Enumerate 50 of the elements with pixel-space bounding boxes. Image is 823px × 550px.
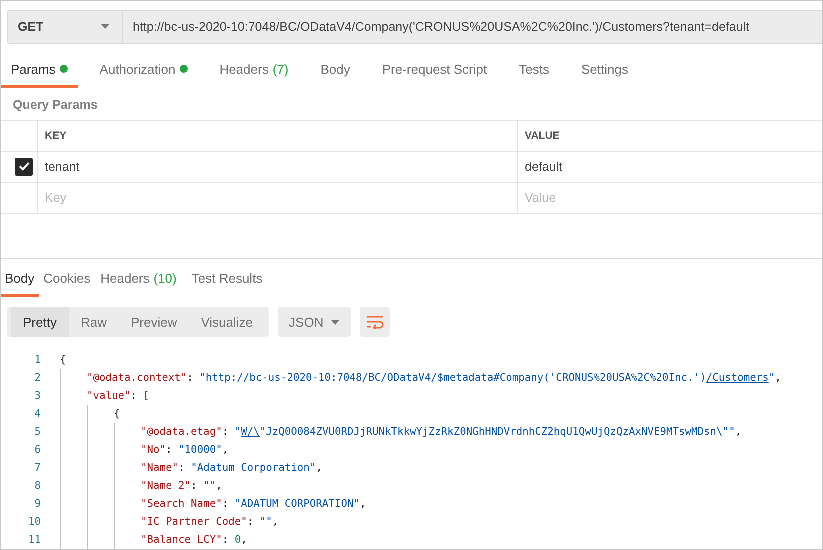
line-number: 10 xyxy=(27,516,41,528)
view-mode-button[interactable]: Pretty xyxy=(11,307,69,337)
code-line: "Name": "Adatum Corporation", xyxy=(141,462,322,474)
request-tab[interactable]: Body xyxy=(310,54,360,88)
checkbox[interactable] xyxy=(15,158,33,176)
request-tab[interactable]: Headers (7) xyxy=(210,54,299,88)
code-line: { xyxy=(114,408,120,420)
format-dropdown[interactable]: JSON xyxy=(278,307,352,337)
column-header: KEY xyxy=(37,120,517,151)
line-number: 2 xyxy=(34,372,41,384)
line-number: 7 xyxy=(34,462,41,474)
tab-count: (7) xyxy=(272,62,289,77)
line-number: 4 xyxy=(34,408,41,420)
code-line: "IC_Partner_Code": "", xyxy=(141,516,279,528)
line-number: 8 xyxy=(34,480,41,492)
code-line: "@odata.context": "http://bc-us-2020-10:7048/BC/ODataV4/$metadata#Company('CRONUS%20USA%2C%20Inc.')/Customers", xyxy=(87,372,782,384)
response-tab[interactable]: Test Results xyxy=(182,263,273,297)
code-line: "value": [ xyxy=(87,390,150,402)
response-tab[interactable]: Body xyxy=(1,263,39,297)
request-tab[interactable]: Pre-request Script xyxy=(372,54,498,88)
param-value[interactable]: default xyxy=(517,152,822,182)
view-mode-button[interactable]: Visualize xyxy=(189,307,266,337)
response-tab[interactable]: Cookies xyxy=(38,263,96,297)
code-line: "Search_Name": "ADATUM CORPORATION", xyxy=(141,498,366,510)
column-header: VALUE xyxy=(517,120,822,151)
request-tab[interactable]: Authorization xyxy=(90,54,198,88)
request-tab[interactable]: Tests xyxy=(509,54,560,88)
wrap-lines-icon xyxy=(366,315,384,329)
line-number: 11 xyxy=(27,534,41,546)
code-line: "No": "10000", xyxy=(141,444,229,456)
caret-icon xyxy=(331,320,340,324)
section-title: Query Params xyxy=(12,96,99,114)
line-number: 1 xyxy=(34,354,41,366)
code-line: "@odata.etag": "W/\"JzQ0O084ZVU0RDJjRUNkTkkwYjZzRkZ0NGhHNDVrdnhCZ2hqU1QwUjQzQzAxNVE9MTswMDsn\"", xyxy=(141,426,742,438)
view-mode-button[interactable]: Preview xyxy=(118,307,190,337)
view-mode-button[interactable]: Raw xyxy=(68,307,119,337)
param-key[interactable]: tenant xyxy=(37,152,517,182)
tab-count: (10) xyxy=(154,271,177,286)
request-tab[interactable]: Params xyxy=(1,54,78,88)
line-number: 6 xyxy=(34,444,41,456)
code-line: { xyxy=(60,354,66,366)
response-tab[interactable]: Headers (10) xyxy=(96,263,182,297)
request-tab[interactable]: Settings xyxy=(571,54,638,88)
wrap-button[interactable] xyxy=(360,307,390,337)
code-line: "Balance_LCY": 0, xyxy=(141,534,248,546)
code-line: "Name_2": "", xyxy=(141,480,222,492)
line-number: 9 xyxy=(34,498,41,510)
line-number: 3 xyxy=(34,390,41,402)
check-icon xyxy=(18,162,30,172)
line-number: 5 xyxy=(34,426,41,438)
